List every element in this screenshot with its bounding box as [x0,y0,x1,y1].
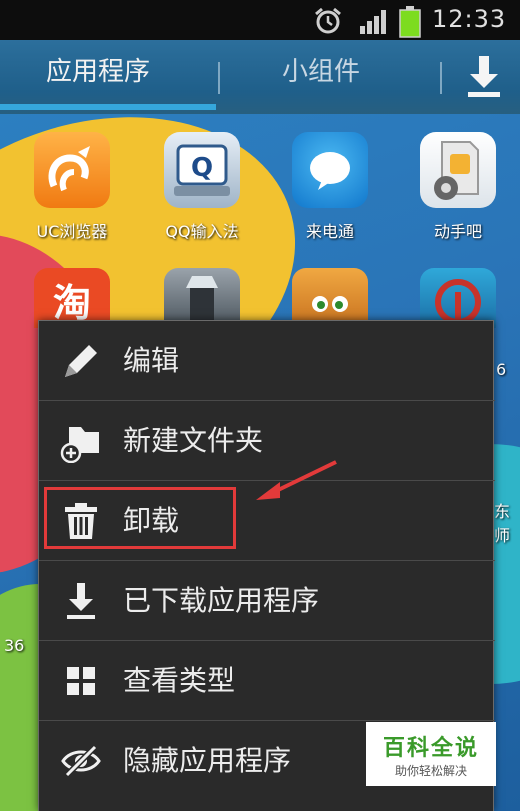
talking-cat-icon[interactable] [292,268,368,328]
grid-icon [67,667,95,695]
tab-widgets[interactable]: 小组件 [282,52,360,92]
new-folder-icon [60,427,99,463]
railway-icon[interactable] [420,268,496,328]
tab-divider [440,62,442,94]
watermark: 百科全说 助你轻松解决 [366,722,496,786]
svg-text:Q: Q [191,153,213,183]
pencil-icon [65,345,97,377]
app-label: QQ输入法 [165,222,239,241]
taobao-icon[interactable]: 淘 [34,268,110,328]
flashlight-icon[interactable] [164,268,240,328]
menu-item-downloaded-apps[interactable]: 已下载应用程序 [39,561,495,641]
signal-icon [360,10,386,34]
uc-browser-icon [34,132,110,208]
annotation-arrow-icon [256,460,337,500]
menu-item-view-type[interactable]: 查看类型 [39,641,495,721]
app-label: UC浏览器 [36,222,108,241]
download-icon [67,583,95,619]
status-bar: 12:33 [0,0,520,40]
tab-selected-underline [0,104,216,110]
qq-input-icon: Q [164,132,240,208]
tab-divider [218,62,220,94]
app-label: 动手吧 [433,222,482,241]
menu-item-label: 隐藏应用程序 [123,744,292,777]
app-label-partial: 36 [4,636,25,655]
battery-icon [399,6,421,38]
highlight-box [44,487,236,549]
clock: 12:33 [432,5,507,33]
menu-item-edit[interactable]: 编辑 [39,321,495,401]
app-label-partial: 6 [496,360,507,379]
menu-item-label: 已下载应用程序 [123,584,320,617]
call-icon [292,132,368,208]
menu-item-label: 编辑 [123,344,180,377]
watermark-title: 百科全说 [382,736,479,761]
alarm-icon [315,7,341,34]
tab-apps[interactable]: 应用程序 [46,52,150,92]
menu-item-label: 新建文件夹 [123,424,264,457]
menu-item-label: 查看类型 [123,664,236,697]
svg-text:淘: 淘 [53,281,91,325]
app-label-partial: 东师 [494,502,511,545]
app-label: 来电通 [305,222,354,241]
download-icon[interactable] [462,54,506,100]
watermark-subtitle: 助你轻松解决 [394,764,467,778]
eye-hidden-icon [61,744,101,778]
sim-gear-icon [420,132,496,208]
tab-bar: 应用程序 小组件 [0,40,520,114]
